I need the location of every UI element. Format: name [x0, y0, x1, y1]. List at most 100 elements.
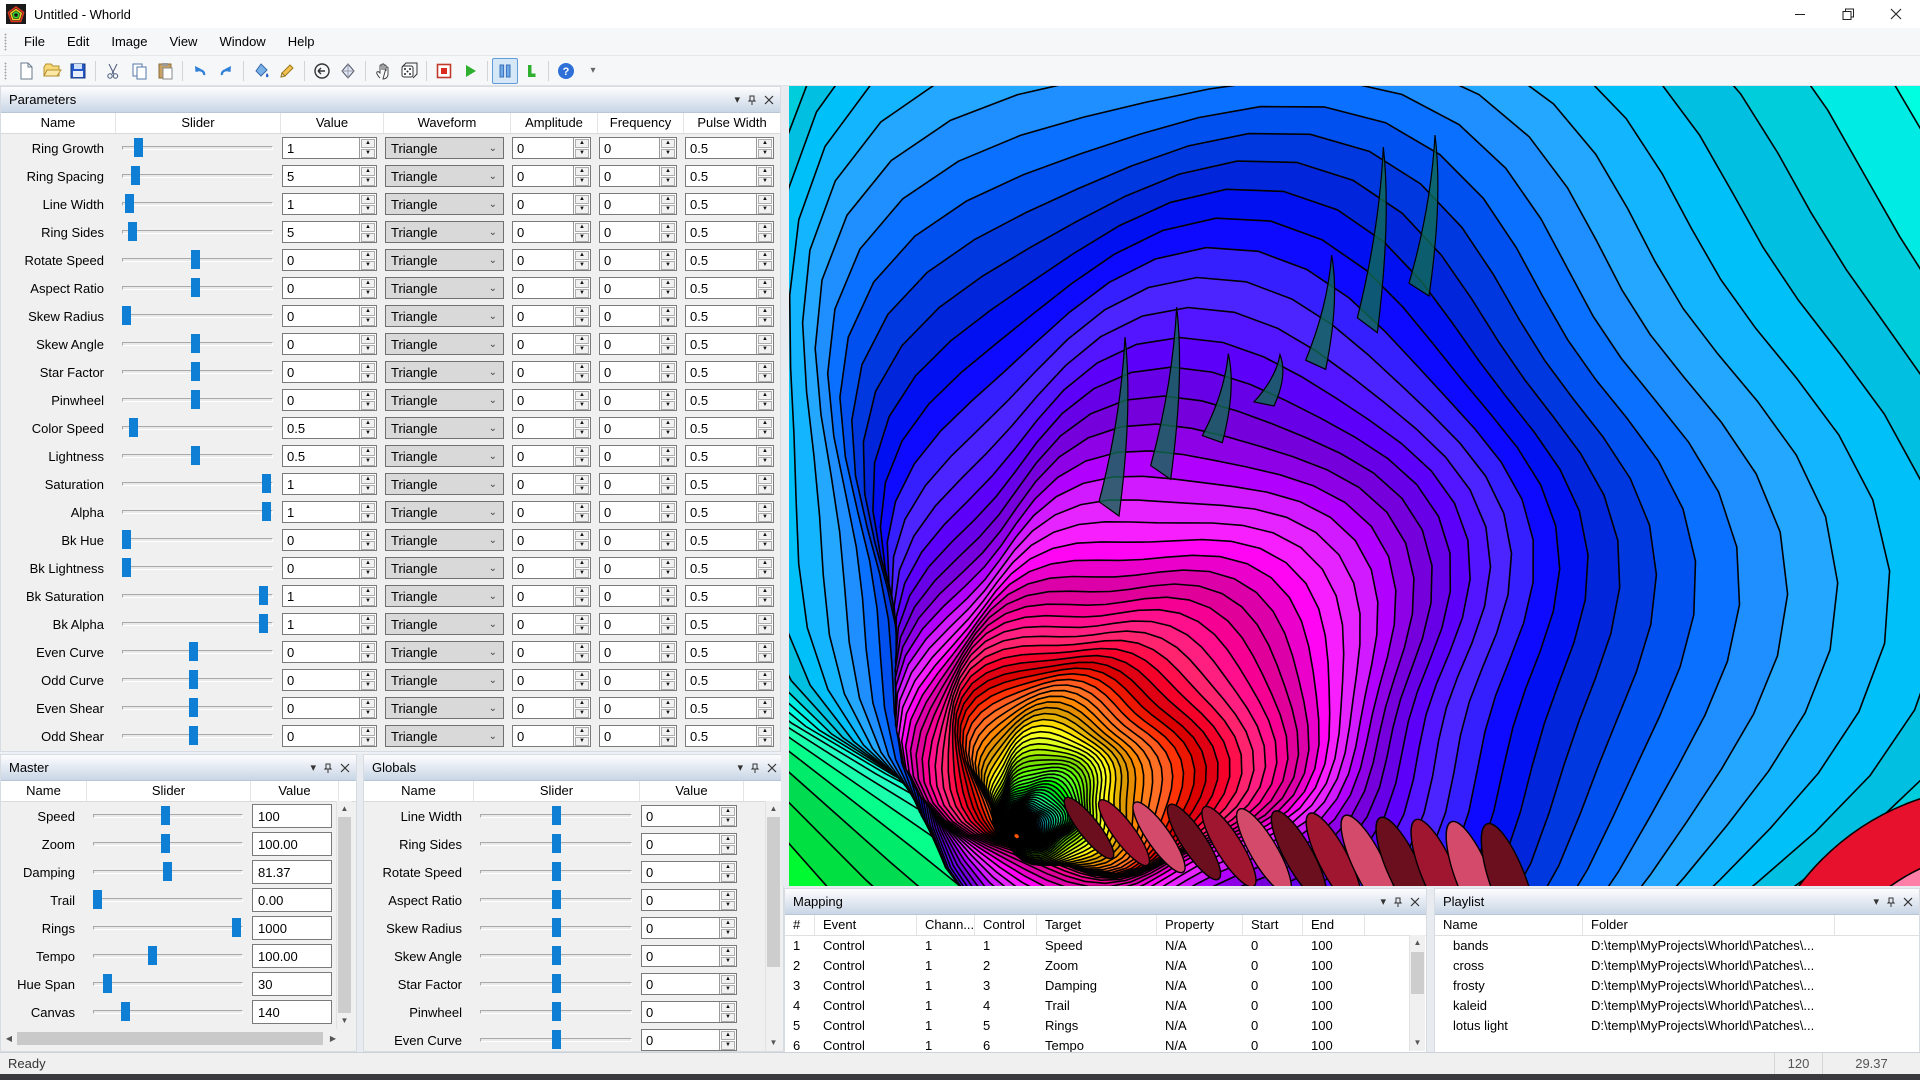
- spin-up-icon[interactable]: ▲: [361, 587, 375, 596]
- spin-down-icon[interactable]: ▼: [575, 737, 589, 746]
- spin-down-icon[interactable]: ▼: [575, 401, 589, 410]
- playlist-close-icon[interactable]: [1903, 897, 1913, 907]
- slider-thumb[interactable]: [191, 390, 200, 409]
- spin-up-icon[interactable]: ▲: [361, 699, 375, 708]
- waveform-select[interactable]: Triangle⌄: [385, 557, 504, 579]
- scroll-right-icon[interactable]: ▶: [325, 1034, 341, 1043]
- column-header-slider[interactable]: Slider: [474, 781, 640, 801]
- slider-thumb[interactable]: [125, 194, 134, 213]
- spin-up-icon[interactable]: ▲: [758, 279, 772, 288]
- pulse-width-input[interactable]: [686, 222, 756, 242]
- slider-thumb[interactable]: [191, 362, 200, 381]
- spin-down-icon[interactable]: ▼: [661, 261, 675, 270]
- slider-thumb[interactable]: [189, 670, 198, 689]
- param-value-input[interactable]: [283, 418, 359, 438]
- globals-value-input[interactable]: [642, 862, 719, 882]
- spin-down-icon[interactable]: ▼: [661, 737, 675, 746]
- pulse-width-input[interactable]: [686, 726, 756, 746]
- pulse-width-input[interactable]: [686, 278, 756, 298]
- param-value-input[interactable]: [283, 138, 359, 158]
- column-header-name[interactable]: Name: [1, 781, 87, 801]
- playlist-row[interactable]: bandsD:\temp\MyProjects\Whorld\Patches\.…: [1435, 936, 1919, 956]
- spin-up-icon[interactable]: ▲: [361, 279, 375, 288]
- pan-button[interactable]: [370, 58, 396, 84]
- param-value-input[interactable]: [283, 390, 359, 410]
- slider-thumb[interactable]: [259, 586, 268, 605]
- globals-value-input[interactable]: [642, 1002, 719, 1022]
- spin-down-icon[interactable]: ▼: [361, 261, 375, 270]
- spin-up-icon[interactable]: ▲: [575, 531, 589, 540]
- pulse-width-input[interactable]: [686, 586, 756, 606]
- menu-item-image[interactable]: Image: [100, 30, 158, 54]
- slider-track[interactable]: [122, 454, 273, 458]
- frequency-input[interactable]: [600, 334, 659, 354]
- pulse-width-input[interactable]: [686, 138, 756, 158]
- spin-down-icon[interactable]: ▼: [721, 985, 735, 994]
- slider-thumb[interactable]: [163, 862, 172, 881]
- spin-up-icon[interactable]: ▲: [661, 223, 675, 232]
- frequency-input[interactable]: [600, 166, 659, 186]
- spin-up-icon[interactable]: ▲: [361, 727, 375, 736]
- waveform-select[interactable]: Triangle⌄: [385, 417, 504, 439]
- spin-up-icon[interactable]: ▲: [721, 835, 735, 844]
- slider-thumb[interactable]: [129, 418, 138, 437]
- pulse-width-input[interactable]: [686, 390, 756, 410]
- column-header-name[interactable]: Name: [364, 781, 474, 801]
- globals-close-icon[interactable]: [767, 763, 777, 773]
- slider-track[interactable]: [93, 982, 243, 986]
- menu-item-view[interactable]: View: [159, 30, 209, 54]
- spin-up-icon[interactable]: ▲: [758, 587, 772, 596]
- play-button[interactable]: [457, 58, 483, 84]
- slider-track[interactable]: [93, 870, 243, 874]
- waveform-select[interactable]: Triangle⌄: [385, 697, 504, 719]
- whorl-canvas[interactable]: [789, 86, 1920, 886]
- spin-up-icon[interactable]: ▲: [758, 615, 772, 624]
- spin-up-icon[interactable]: ▲: [758, 727, 772, 736]
- spin-down-icon[interactable]: ▼: [575, 205, 589, 214]
- spin-up-icon[interactable]: ▲: [661, 419, 675, 428]
- spin-down-icon[interactable]: ▼: [361, 205, 375, 214]
- minimize-button[interactable]: [1776, 0, 1824, 28]
- waveform-select[interactable]: Triangle⌄: [385, 501, 504, 523]
- toolbar-gripper[interactable]: [4, 62, 7, 80]
- spin-down-icon[interactable]: ▼: [721, 1041, 735, 1050]
- spin-up-icon[interactable]: ▲: [361, 643, 375, 652]
- spin-down-icon[interactable]: ▼: [361, 401, 375, 410]
- spin-up-icon[interactable]: ▲: [361, 391, 375, 400]
- amplitude-input[interactable]: [513, 278, 573, 298]
- spin-up-icon[interactable]: ▲: [758, 559, 772, 568]
- help-button[interactable]: ?: [553, 58, 579, 84]
- master-value-input[interactable]: 100: [252, 804, 332, 828]
- playlist-row[interactable]: frostyD:\temp\MyProjects\Whorld\Patches\…: [1435, 976, 1919, 996]
- spin-down-icon[interactable]: ▼: [661, 289, 675, 298]
- save-button[interactable]: [65, 58, 91, 84]
- slider-track[interactable]: [480, 814, 632, 818]
- column-header-name[interactable]: Name: [1435, 915, 1583, 935]
- slider-thumb[interactable]: [552, 1030, 561, 1049]
- vertical-splitter[interactable]: [781, 86, 789, 886]
- waveform-select[interactable]: Triangle⌄: [385, 669, 504, 691]
- slider-thumb[interactable]: [552, 974, 561, 993]
- mirror-button[interactable]: [335, 58, 361, 84]
- spin-up-icon[interactable]: ▲: [361, 139, 375, 148]
- spin-down-icon[interactable]: ▼: [661, 457, 675, 466]
- slider-thumb[interactable]: [232, 918, 241, 937]
- open-file-button[interactable]: [39, 58, 65, 84]
- spin-down-icon[interactable]: ▼: [361, 541, 375, 550]
- amplitude-input[interactable]: [513, 670, 573, 690]
- mapping-close-icon[interactable]: [1410, 897, 1420, 907]
- menu-item-window[interactable]: Window: [208, 30, 276, 54]
- slider-thumb[interactable]: [259, 614, 268, 633]
- spin-down-icon[interactable]: ▼: [721, 817, 735, 826]
- spin-up-icon[interactable]: ▲: [575, 503, 589, 512]
- slider-track[interactable]: [480, 954, 632, 958]
- spin-up-icon[interactable]: ▲: [758, 363, 772, 372]
- slider-thumb[interactable]: [128, 222, 137, 241]
- spin-up-icon[interactable]: ▲: [661, 559, 675, 568]
- spin-down-icon[interactable]: ▼: [758, 485, 772, 494]
- spin-up-icon[interactable]: ▲: [361, 363, 375, 372]
- slider-thumb[interactable]: [262, 474, 271, 493]
- spin-down-icon[interactable]: ▼: [758, 457, 772, 466]
- slider-thumb[interactable]: [161, 806, 170, 825]
- spin-down-icon[interactable]: ▼: [661, 205, 675, 214]
